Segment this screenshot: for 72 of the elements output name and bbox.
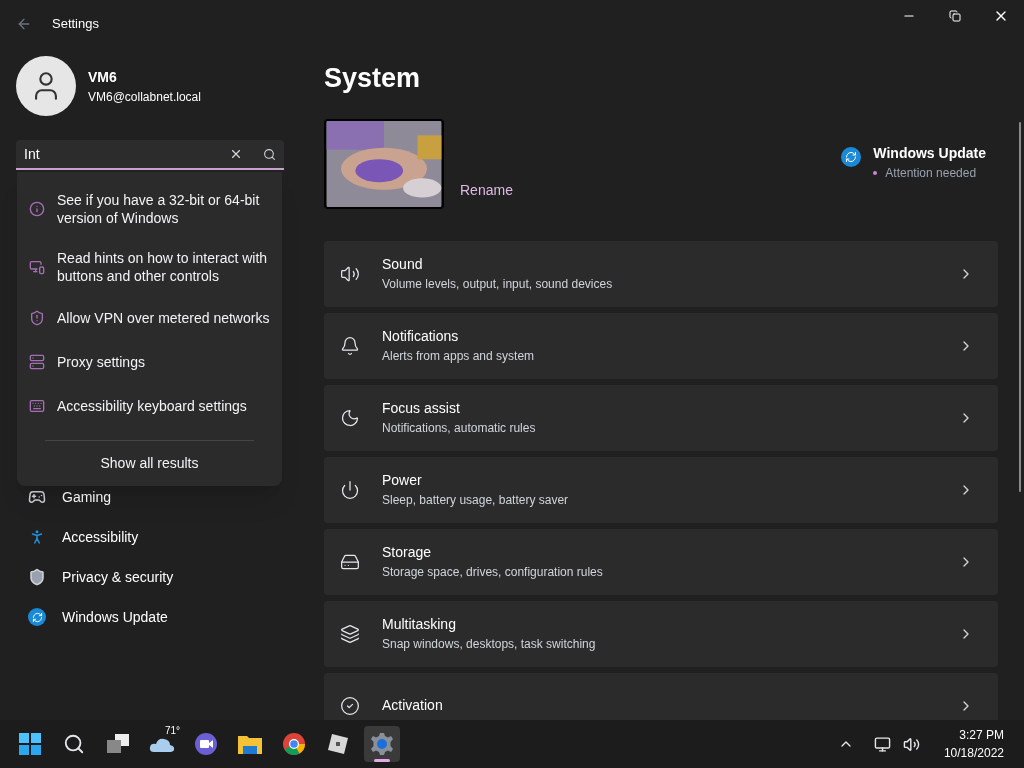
card-subtitle: Notifications, automatic rules	[382, 420, 537, 437]
settings-card[interactable]: Notifications Alerts from apps and system	[324, 312, 998, 379]
windows-logo-icon	[19, 733, 41, 755]
active-indicator	[374, 759, 390, 762]
card-title: Multitasking	[382, 615, 457, 634]
sidebar-item[interactable]: Accessibility	[24, 522, 276, 552]
search-result[interactable]: Proxy settings	[17, 340, 282, 384]
windows-stack-icon	[340, 623, 360, 644]
sidebar-item[interactable]: Privacy & security	[24, 562, 276, 592]
card-title: Focus assist	[382, 399, 461, 418]
monitor-icon	[29, 259, 45, 275]
rename-link[interactable]: Rename	[460, 179, 513, 201]
settings-card[interactable]: Sound Volume levels, output, input, sound devices	[324, 240, 998, 307]
bell-icon	[340, 335, 360, 356]
card-subtitle: Sleep, battery usage, battery saver	[382, 492, 570, 509]
settings-card[interactable]: Multitasking Snap windows, desktops, task switching	[324, 600, 998, 667]
gear-icon	[370, 732, 394, 756]
card-subtitle: Volume levels, output, input, sound devices	[382, 276, 614, 293]
sync-icon	[28, 608, 46, 626]
sync-icon	[841, 146, 862, 167]
gamepad-icon	[28, 488, 46, 506]
update-status: Attention needed	[885, 164, 977, 182]
shield-icon	[28, 568, 46, 586]
server-icon	[29, 354, 45, 370]
search-field[interactable]: Int	[16, 140, 284, 170]
video-chat-icon	[194, 732, 218, 756]
folder-icon	[238, 734, 262, 754]
card-title: Power	[382, 471, 423, 490]
power-icon	[340, 479, 360, 500]
search-icon[interactable]	[263, 147, 276, 161]
clock-date[interactable]: 10/18/2022	[943, 744, 1004, 762]
restore-icon	[949, 10, 961, 22]
settings-card[interactable]: Power Sleep, battery usage, battery saver	[324, 456, 998, 523]
search-icon	[63, 733, 85, 755]
card-title: Storage	[382, 543, 433, 562]
settings-card[interactable]: Storage Storage space, drives, configuration rules	[324, 528, 998, 595]
account-email: VM6@collabnet.local	[88, 88, 201, 106]
moon-icon	[340, 407, 360, 428]
shield-icon	[29, 310, 45, 326]
check-circle-icon	[340, 695, 360, 716]
search-result[interactable]: Accessibility keyboard settings	[17, 384, 282, 428]
search-result[interactable]: See if you have a 32-bit or 64-bit version of Windows	[17, 180, 282, 238]
avatar	[16, 56, 76, 116]
back-icon[interactable]	[16, 16, 32, 32]
search-result[interactable]: Read hints on how to interact with buttons and other controls	[17, 238, 282, 296]
card-subtitle: Snap windows, desktops, task switching	[382, 636, 597, 653]
info-icon	[29, 201, 45, 217]
browser-icon	[282, 732, 306, 756]
sidebar-item[interactable]: Windows Update	[24, 602, 276, 632]
taskbar-button[interactable]: 71°	[144, 726, 180, 762]
temperature-label: 71°	[164, 726, 180, 736]
scrollbar[interactable]	[1019, 122, 1021, 492]
clock-time[interactable]: 3:27 PM	[959, 726, 1004, 744]
clear-icon[interactable]	[229, 147, 243, 161]
card-title: Activation	[382, 696, 444, 715]
update-title: Windows Update	[873, 143, 986, 163]
search-result[interactable]: Allow VPN over metered networks	[17, 296, 282, 340]
account-name: VM6	[88, 67, 118, 87]
card-title: Sound	[382, 255, 424, 274]
page-title: System	[324, 62, 422, 95]
card-title: Notifications	[382, 327, 460, 346]
search-value: Int	[24, 144, 41, 164]
card-subtitle: Alerts from apps and system	[382, 348, 536, 365]
taskbar-button[interactable]	[364, 726, 400, 762]
task-view-icon	[107, 734, 129, 754]
card-subtitle: Storage space, drives, configuration rules	[382, 564, 604, 581]
settings-card[interactable]: Focus assist Notifications, automatic rules	[324, 384, 998, 451]
settings-card[interactable]: Activation	[324, 672, 998, 720]
volume-icon[interactable]	[902, 735, 920, 753]
keyboard-icon	[29, 398, 45, 414]
network-icon[interactable]	[873, 735, 891, 753]
window-title: Settings	[52, 15, 99, 34]
